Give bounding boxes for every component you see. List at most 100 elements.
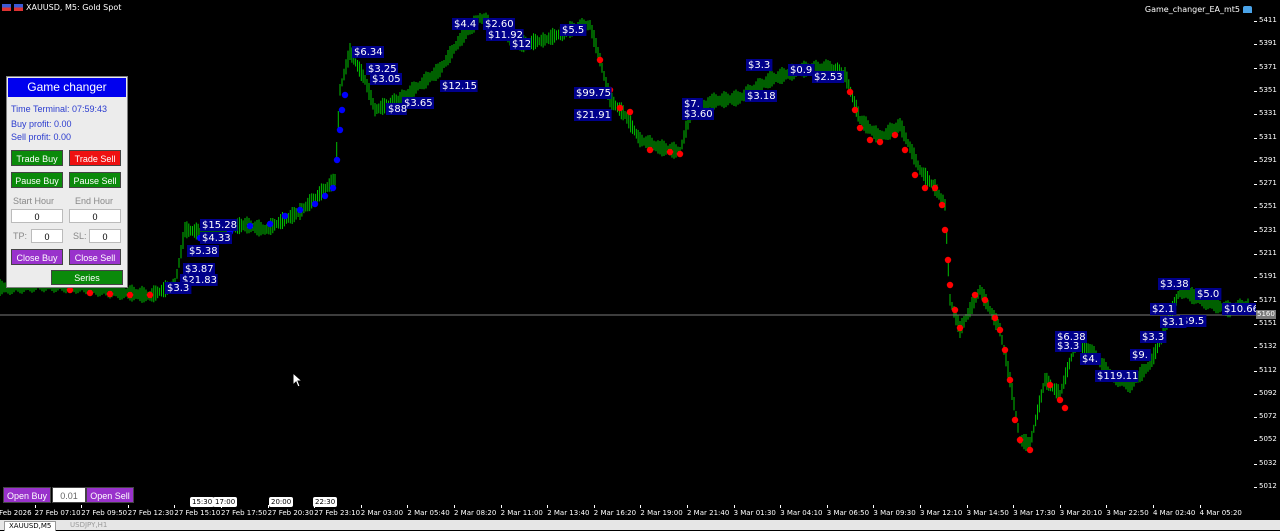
profit-label-text: $88 <box>388 104 407 115</box>
price-axis[interactable]: 5160 5411 5391 5371 5351 5331 5311 5291 5271 525… <box>1254 0 1280 520</box>
profit-label-text: $12.15 <box>442 81 477 92</box>
time-tick: 4 Mar 05:20 <box>1199 505 1242 517</box>
time-tick: 3 Mar 20:10 <box>1059 505 1103 517</box>
signal-dot <box>341 91 349 99</box>
expert-advisor-label[interactable]: Game_changer_EA_mt5 <box>1145 5 1252 14</box>
price-tick: 5391 <box>1254 39 1277 48</box>
profit-label-text: $5.0 <box>1197 289 1219 300</box>
signal-dot <box>911 171 919 179</box>
profit-label-text: $2.60 <box>485 19 514 30</box>
profit-label-text: $2.1 <box>1152 304 1174 315</box>
price-chart[interactable]: $4.4 $2.60$11.92$12$5.5$6.34$3.25$3.05$3.… <box>0 0 1256 507</box>
close-buy-button[interactable]: Close Buy <box>11 249 63 265</box>
profit-label-text: $5.5 <box>562 25 584 36</box>
time-tick: 3 Mar 01:30 <box>733 505 776 517</box>
time-terminal: Time Terminal: 07:59:43 <box>11 104 108 114</box>
signal-dot <box>1016 436 1024 444</box>
session-marker: 22:30 <box>313 497 338 507</box>
sell-profit: Sell profit: 0.00 <box>11 132 72 142</box>
chart-title-text: XAUUSD, M5: Gold Spot <box>26 3 122 12</box>
end-hour-input[interactable]: 0 <box>69 209 121 223</box>
time-tick: 3 Mar 14:50 <box>966 505 1009 517</box>
price-tick: 5411 <box>1254 16 1277 24</box>
session-marker: 15:30 <box>190 497 215 507</box>
signal-dot <box>1056 396 1064 404</box>
signal-dot <box>281 212 289 220</box>
profit-label: $88 <box>386 103 407 115</box>
profit-label: $3.3 <box>165 282 192 294</box>
price-tick: 5171 <box>1254 295 1277 304</box>
time-tick: 2 Mar 19:00 <box>640 505 683 517</box>
mouse-cursor-icon <box>292 372 302 388</box>
profit-label-text: $119.11 <box>1097 371 1138 382</box>
signal-dot <box>876 138 884 146</box>
profit-label: $3.60 <box>682 108 714 120</box>
time-tick: 2 Mar 08:20 <box>454 505 497 517</box>
profit-label-text: $4.4 <box>454 19 476 30</box>
price-tick: 5291 <box>1254 155 1277 164</box>
price-tick: 5032 <box>1254 458 1277 467</box>
profit-label: $3.1 <box>1160 316 1187 328</box>
signal-dot <box>1011 416 1019 424</box>
signal-dot <box>246 222 254 230</box>
price-tick: 5351 <box>1254 85 1277 94</box>
signal-dot <box>971 291 979 299</box>
profit-label: $3.38 <box>1158 278 1190 290</box>
signal-dot <box>981 296 989 304</box>
trade-buy-button[interactable]: Trade Buy <box>11 150 63 166</box>
time-tick: 3 Mar 22:50 <box>1106 505 1149 517</box>
price-tick: 5012 <box>1254 482 1277 490</box>
signal-dot <box>931 184 939 192</box>
sl-input[interactable]: 0 <box>89 229 121 243</box>
time-tick: 3 Mar 09:30 <box>873 505 916 517</box>
price-tick: 5112 <box>1254 365 1277 374</box>
tab-usdjpy[interactable]: USDJPY,H1 <box>70 521 107 530</box>
pause-sell-button[interactable]: Pause Sell <box>69 172 121 188</box>
time-tick: 3 Mar 12:10 <box>920 505 963 517</box>
graduation-cap-icon <box>1243 6 1252 13</box>
trade-sell-button[interactable]: Trade Sell <box>69 150 121 166</box>
profit-label-text: $4. <box>1082 354 1098 365</box>
signal-dot <box>311 200 319 208</box>
time-tick: 27 Feb 20:30 <box>267 505 314 517</box>
signal-dot <box>676 150 684 158</box>
signal-dot <box>921 184 929 192</box>
time-tick: 27 Feb 17:50 <box>221 505 267 517</box>
signal-dot <box>901 146 909 154</box>
price-tick: 5331 <box>1254 109 1277 118</box>
start-hour-input[interactable]: 0 <box>11 209 63 223</box>
game-changer-panel: Game changer Time Terminal: 07:59:43 Buy… <box>6 76 128 288</box>
flag-icon <box>14 4 23 11</box>
profit-label-text: $3.3 <box>1142 332 1164 343</box>
signal-dot <box>126 291 134 299</box>
signal-dot <box>991 314 999 322</box>
profit-label-text: $3.3 <box>167 283 189 294</box>
profit-label: $9. <box>1130 349 1151 361</box>
close-sell-button[interactable]: Close Sell <box>69 249 121 265</box>
profit-label-text: $3.87 <box>185 264 214 275</box>
profit-label-text: $99.75 <box>576 88 611 99</box>
open-buy-button[interactable]: Open Buy <box>3 487 51 503</box>
series-button[interactable]: Series <box>51 270 123 285</box>
profit-label: $12 <box>510 38 531 50</box>
profit-label-text: $0.9 <box>790 65 812 76</box>
open-sell-button[interactable]: Open Sell <box>86 487 134 503</box>
price-tick: 5231 <box>1254 225 1277 234</box>
signal-dot <box>956 324 964 332</box>
profit-label: $5.5 <box>560 24 587 36</box>
signal-dot <box>338 106 346 114</box>
profit-label: $12.15 <box>440 80 478 92</box>
time-tick: 2 Mar 05:40 <box>407 505 450 517</box>
time-tick: 3 Mar 06:50 <box>826 505 870 517</box>
time-axis[interactable]: 27 Feb 202627 Feb 07:1027 Feb 09:5027 Fe… <box>0 505 1256 520</box>
time-tick: 27 Feb 07:10 <box>34 505 81 517</box>
lot-size-input[interactable]: 0.01 <box>52 487 86 503</box>
tp-input[interactable]: 0 <box>31 229 63 243</box>
price-tick: 5211 <box>1254 249 1277 257</box>
start-hour-label: Start Hour <box>13 196 55 206</box>
session-marker: 20:00 <box>269 497 294 507</box>
profit-label-text: $10.66 <box>1224 304 1256 315</box>
pause-buy-button[interactable]: Pause Buy <box>11 172 63 188</box>
price-tick: 5311 <box>1254 132 1277 141</box>
profit-label-text: $4.33 <box>202 233 231 244</box>
